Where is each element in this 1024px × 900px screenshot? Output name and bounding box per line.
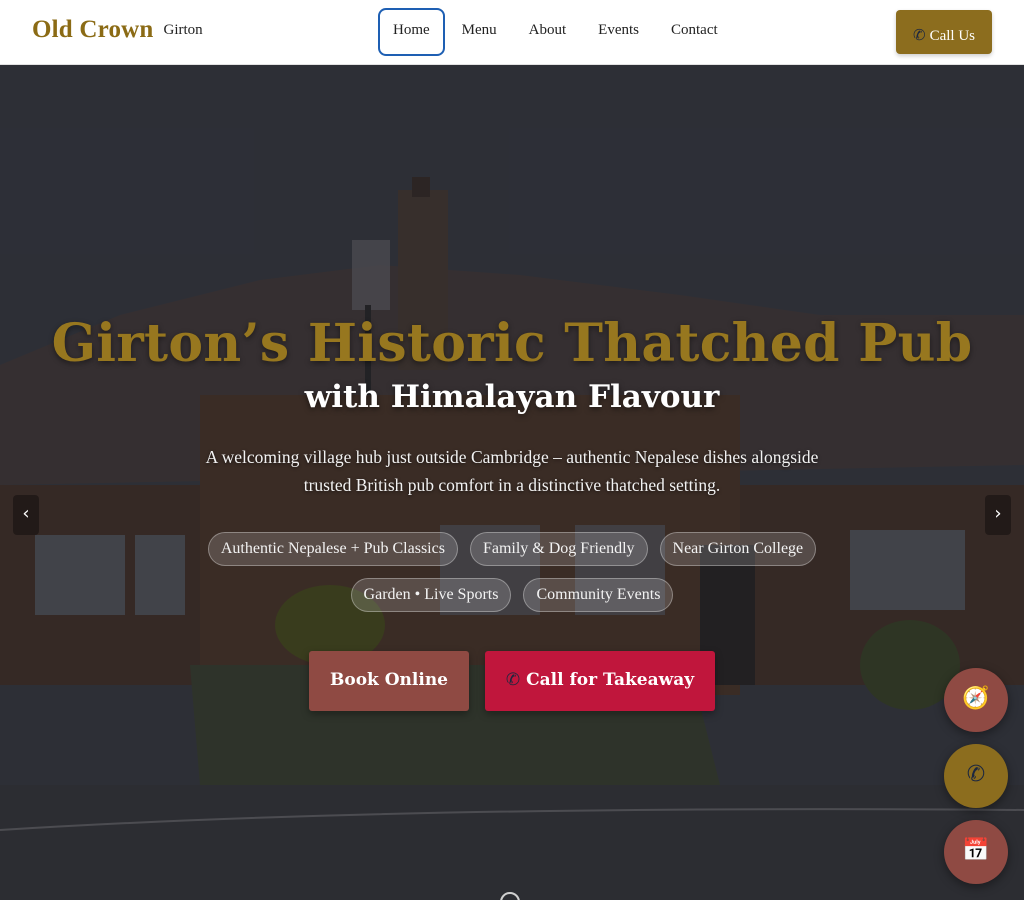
phone-icon: ✆ bbox=[505, 670, 521, 690]
feature-tag: Near Girton College bbox=[659, 532, 817, 566]
feature-tags: Authentic Nepalese + Pub Classics Family… bbox=[192, 532, 832, 612]
hero-title: Girton’s Historic Thatched Pub bbox=[51, 313, 973, 374]
calendar-icon: 📅 bbox=[962, 838, 990, 863]
carousel-prev-arrow[interactable]: ‹ bbox=[13, 495, 39, 535]
nav-item-events[interactable]: Events bbox=[583, 8, 654, 54]
brand[interactable]: Old Crown Girton bbox=[32, 16, 203, 44]
brand-name: Old Crown bbox=[32, 16, 154, 43]
nav-item-contact[interactable]: Contact bbox=[656, 8, 733, 54]
nav-item-about[interactable]: About bbox=[514, 8, 582, 54]
floating-call-button[interactable]: ✆ bbox=[944, 744, 1008, 808]
hero-description: A welcoming village hub just outside Cam… bbox=[205, 447, 819, 495]
hero-section: Girton’s Historic Thatched Pub with Hima… bbox=[0, 65, 1024, 900]
phone-icon: ✆ bbox=[966, 762, 986, 787]
call-us-button[interactable]: ✆ Call Us bbox=[896, 10, 992, 54]
book-online-button[interactable]: Book Online bbox=[309, 651, 469, 711]
feature-tag: Family & Dog Friendly bbox=[469, 532, 648, 566]
feature-tag: Authentic Nepalese + Pub Classics bbox=[207, 532, 458, 566]
takeaway-label: Call for Takeaway bbox=[526, 670, 695, 690]
nav-item-home[interactable]: Home bbox=[378, 8, 445, 56]
compass-icon: 🧭 bbox=[962, 686, 990, 711]
phone-icon: ✆ bbox=[913, 28, 926, 44]
call-us-label: Call Us bbox=[929, 28, 975, 44]
directions-button[interactable]: 🧭 bbox=[944, 668, 1008, 732]
hero-subtitle: with Himalayan Flavour bbox=[304, 379, 720, 415]
brand-location: Girton bbox=[163, 22, 203, 38]
nav-item-menu[interactable]: Menu bbox=[447, 8, 512, 54]
feature-tag: Garden • Live Sports bbox=[350, 578, 512, 612]
feature-tag: Community Events bbox=[523, 578, 674, 612]
main-nav: Home Menu About Events Contact bbox=[378, 8, 735, 56]
site-header: Old Crown Girton Home Menu About Events … bbox=[0, 0, 1024, 65]
call-for-takeaway-button[interactable]: ✆ Call for Takeaway bbox=[485, 651, 715, 711]
carousel-next-arrow[interactable]: › bbox=[985, 495, 1011, 535]
floating-book-button[interactable]: 📅 bbox=[944, 820, 1008, 884]
